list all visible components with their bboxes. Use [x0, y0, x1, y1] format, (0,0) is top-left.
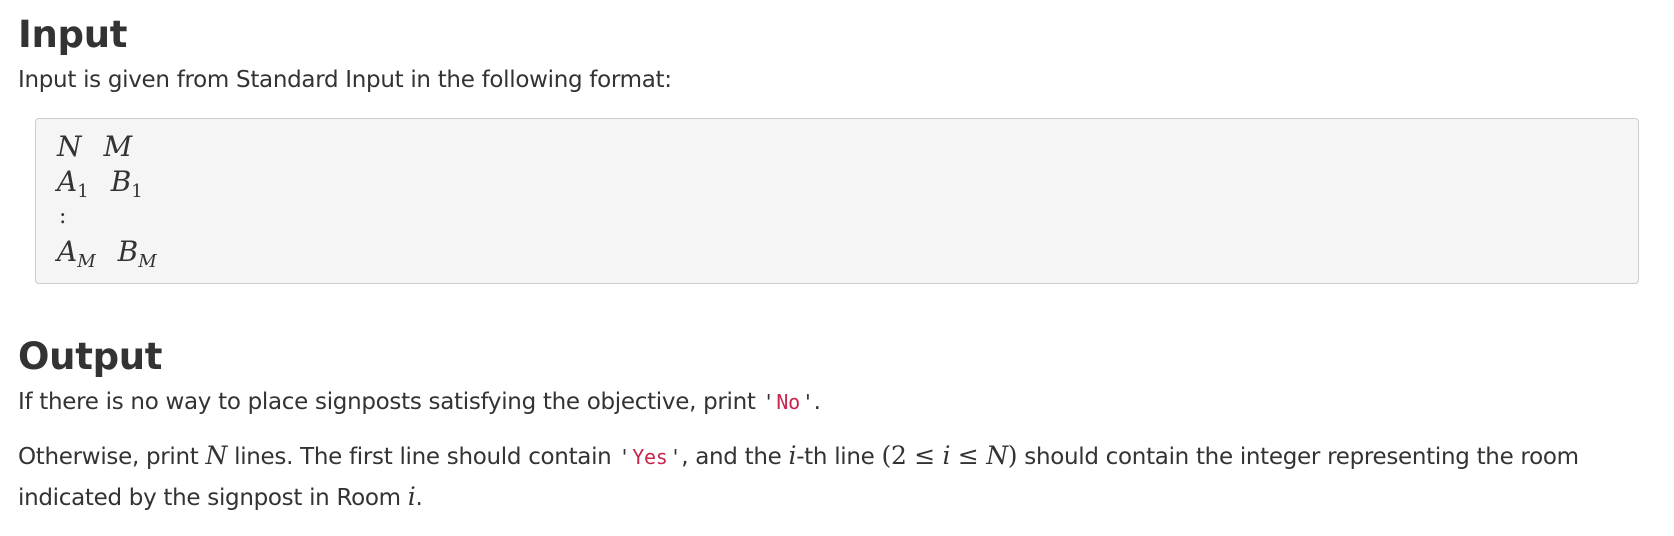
input-format-box: NM A1 B1 : AM BM — [35, 118, 1639, 284]
output-paragraph-1: If there is no way to place signposts sa… — [18, 389, 821, 415]
format-var-bm: BM — [117, 235, 157, 272]
input-intro: Input is given from Standard Input in th… — [18, 67, 672, 93]
output-heading: Output — [18, 335, 163, 378]
format-var-b1: B1 — [110, 165, 143, 202]
output-paragraph-2: Otherwise, print N lines. The first line… — [18, 441, 1579, 511]
format-var-m: M — [103, 130, 133, 163]
math-var-n: N — [205, 441, 228, 470]
input-section: Input Input is given from Standard Input… — [18, 10, 1656, 284]
code-no: No — [776, 390, 800, 414]
format-line-4: AM BM — [57, 234, 1617, 272]
format-var-n: N — [57, 130, 82, 163]
code-yes: Yes — [632, 445, 668, 469]
format-var-a1: A1 — [57, 165, 89, 202]
input-heading: Input — [18, 13, 128, 56]
output-section: Output If there is no way to place signp… — [18, 332, 1656, 518]
format-var-am: AM — [57, 235, 96, 272]
format-line-2: A1 B1 — [57, 164, 1617, 202]
format-line-1: NM — [57, 129, 1617, 164]
format-vdots: : — [59, 204, 67, 229]
